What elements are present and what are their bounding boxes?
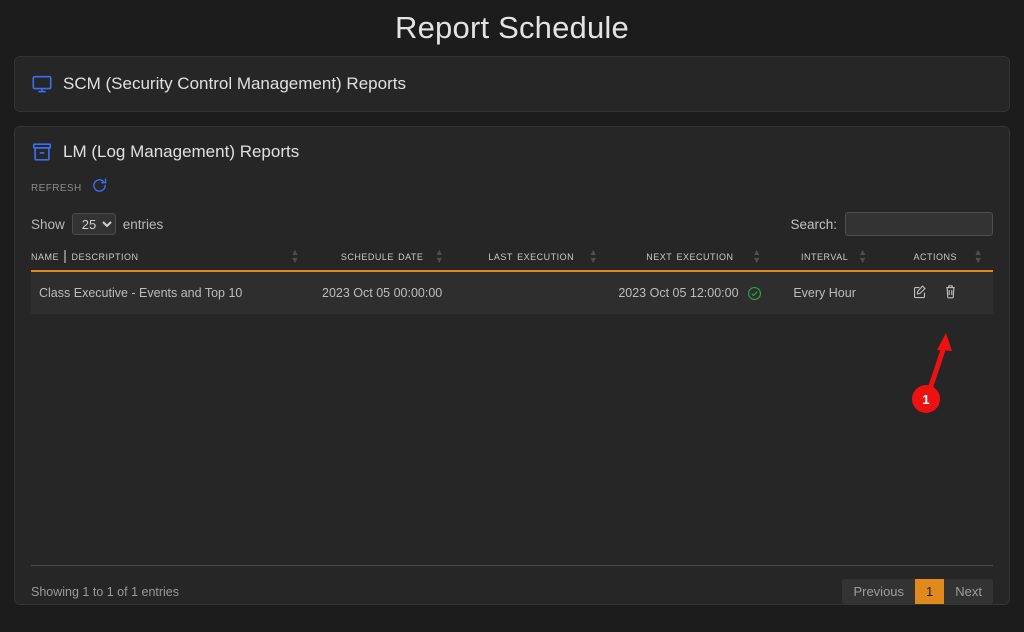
column-header-actions[interactable]: Actions ▲ ▼ [877,244,993,272]
column-header-interval[interactable]: Interval ▲ ▼ [771,244,878,272]
report-schedule-table-container: Name | Description ▲ ▼ Schedule Date ▲ ▼ L… [15,244,1009,565]
pagination-previous-button[interactable]: Previous [842,579,916,604]
sort-indicator-icon: ▲ ▼ [588,247,599,266]
edit-icon[interactable] [911,283,928,300]
lm-panel-title: LM (Log Management) Reports [63,142,300,161]
cell-next-execution: 2023 Oct 05 12:00:00 [608,271,772,314]
page-length-control: Show 25 entries [31,213,163,235]
table-row[interactable]: Class Executive - Events and Top 10 2023… [31,271,993,314]
entries-label: entries [122,216,164,232]
lm-panel-header[interactable]: LM (Log Management) Reports [15,127,1009,167]
search-label: Search: [790,216,837,232]
lm-reports-panel: LM (Log Management) Reports Refresh Show… [14,126,1010,605]
column-header-last-execution[interactable]: Last execution ▲ ▼ [454,244,609,272]
page-length-select[interactable]: 25 [71,213,116,235]
annotation-marker-1: 1 [900,325,970,420]
page-title: Report Schedule [395,10,629,45]
scm-panel-title: SCM (Security Control Management) Report… [63,74,406,93]
scm-reports-panel[interactable]: SCM (Security Control Management) Report… [14,56,1010,112]
column-header-name-description[interactable]: Name | Description ▲ ▼ [31,244,310,272]
show-label: Show [31,216,65,232]
sort-indicator-icon: ▲ ▼ [434,247,445,266]
column-header-next-execution[interactable]: Next execution ▲ ▼ [608,244,772,272]
sort-indicator-icon: ▲ ▼ [752,247,762,266]
delete-icon[interactable] [942,283,959,300]
sort-indicator-icon: ▲ ▼ [858,247,868,266]
search-control: Search: [790,212,993,236]
cell-schedule-date: 2023 Oct 05 00:00:00 [322,286,443,300]
cell-actions [878,271,993,314]
refresh-control[interactable]: Refresh [15,167,1009,194]
next-execution-value: 2023 Oct 05 12:00:00 [618,286,739,300]
pagination-page-1-button[interactable]: 1 [915,579,945,604]
sort-indicator-icon: ▲ ▼ [290,247,300,266]
entries-info: Showing 1 to 1 of 1 entries [31,584,180,599]
status-ok-check-icon [747,286,762,301]
refresh-label: Refresh [31,177,82,194]
annotation-number-badge: 1 [912,385,940,413]
search-input[interactable] [845,212,993,236]
column-header-schedule-date[interactable]: Schedule Date ▲ ▼ [309,244,455,272]
table-controls: Show 25 entries Search: [15,194,1009,244]
sort-indicator-icon: ▲ ▼ [973,247,983,266]
report-schedule-table: Name | Description ▲ ▼ Schedule Date ▲ ▼ L… [31,244,993,314]
cell-interval: Every Hour [793,286,856,300]
table-empty-space [31,314,993,565]
pagination-next-button[interactable]: Next [944,579,993,604]
monitor-icon [31,73,53,95]
table-footer: Showing 1 to 1 of 1 entries Previous 1 N… [31,565,993,604]
pagination: Previous 1 Next [842,579,993,604]
archive-box-icon [31,141,53,163]
cell-name-description: Class Executive - Events and Top 10 [39,286,243,300]
refresh-icon[interactable] [91,177,108,194]
cell-last-execution [454,271,608,314]
table-header-row: Name | Description ▲ ▼ Schedule Date ▲ ▼ L… [31,244,993,272]
